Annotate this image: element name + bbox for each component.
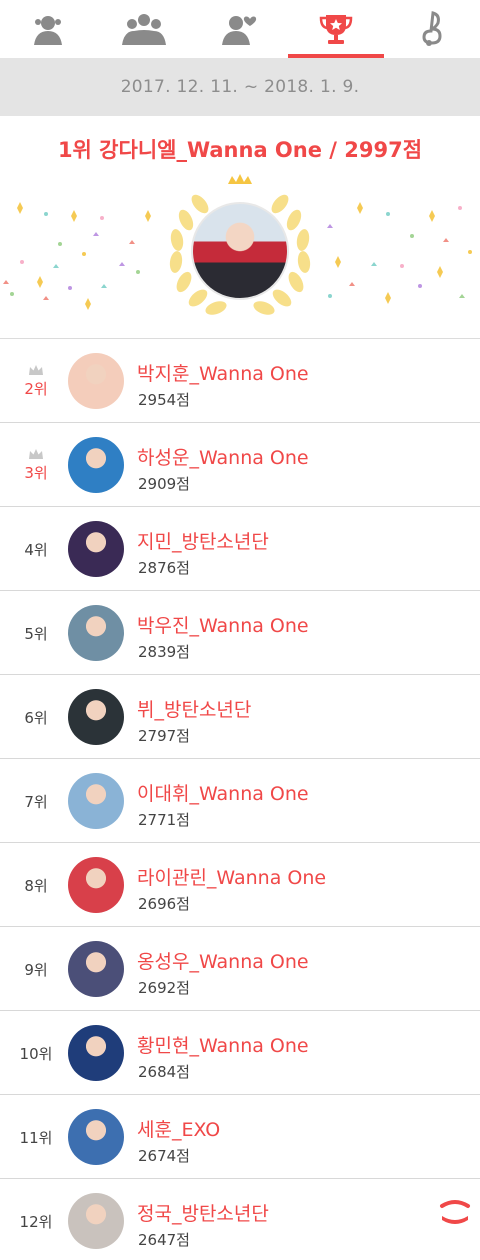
crown-icon — [29, 364, 43, 375]
rank-cell: 12위 — [14, 1179, 58, 1260]
ranking-row[interactable]: 7위 이대휘_Wanna One 2771점 — [0, 759, 480, 843]
avatar[interactable] — [68, 1025, 124, 1081]
avatar[interactable] — [68, 605, 124, 661]
period-text: 2017. 12. 11. ~ 2018. 1. 9. — [120, 77, 360, 97]
rank-label: 7위 — [24, 792, 48, 811]
tab-group[interactable] — [96, 0, 192, 58]
avatar[interactable] — [68, 773, 124, 829]
member-score: 2839점 — [138, 643, 190, 661]
rank-cell: 5위 — [14, 591, 58, 675]
ranking-row[interactable]: 9위 옹성우_Wanna One 2692점 — [0, 927, 480, 1011]
rank-cell: 11위 — [14, 1095, 58, 1179]
ranking-row[interactable]: 4위 지민_방탄소년단 2876점 — [0, 507, 480, 591]
member-name[interactable]: 이대휘_Wanna One — [137, 779, 309, 806]
rank-cell: 3위 — [14, 423, 58, 507]
member-name[interactable]: 세훈_EXO — [137, 1115, 220, 1142]
rank-cell: 10위 — [14, 1011, 58, 1095]
member-score: 2692점 — [138, 979, 190, 997]
rank-cell: 9위 — [14, 927, 58, 1011]
avatar[interactable] — [68, 689, 124, 745]
avatar[interactable] — [68, 353, 124, 409]
member-name[interactable]: 뷔_방탄소년단 — [137, 695, 251, 722]
rank-label: 11위 — [19, 1128, 53, 1147]
winner-avatar[interactable] — [191, 202, 289, 300]
avatar[interactable] — [68, 941, 124, 997]
ranking-row[interactable]: 8위 라이관린_Wanna One 2696점 — [0, 843, 480, 927]
member-name[interactable]: 라이관린_Wanna One — [137, 863, 326, 890]
music-note-icon — [422, 11, 442, 46]
rank-cell: 4위 — [14, 507, 58, 591]
rank-label: 5위 — [24, 624, 48, 643]
rank-label: 12위 — [19, 1212, 53, 1231]
ranking-row[interactable]: 2위 박지훈_Wanna One 2954점 — [0, 339, 480, 423]
member-name[interactable]: 박지훈_Wanna One — [137, 359, 309, 386]
avatar[interactable] — [68, 857, 124, 913]
ranking-row[interactable]: 5위 박우진_Wanna One 2839점 — [0, 591, 480, 675]
rank-label: 2위 — [24, 379, 48, 398]
winner-title: 1위 강다니엘_Wanna One / 2997점 — [57, 138, 423, 162]
ranking-row[interactable]: 6위 뷔_방탄소년단 2797점 — [0, 675, 480, 759]
member-name[interactable]: 지민_방탄소년단 — [137, 527, 269, 554]
tab-single-person[interactable] — [0, 0, 96, 58]
ranking-row[interactable]: 12위 정국_방탄소년단 2647점 — [0, 1179, 480, 1260]
member-name[interactable]: 황민현_Wanna One — [137, 1031, 309, 1058]
member-score: 2696점 — [138, 895, 190, 913]
single-person-icon — [34, 16, 62, 45]
group-icon — [122, 14, 166, 45]
rank-label: 4위 — [24, 540, 48, 559]
member-score: 2771점 — [138, 811, 190, 829]
member-name[interactable]: 정국_방탄소년단 — [137, 1199, 269, 1226]
member-name[interactable]: 옹성우_Wanna One — [137, 947, 309, 974]
winner-banner: 1위 강다니엘_Wanna One / 2997점 — [0, 116, 480, 338]
rank-label: 6위 — [24, 708, 48, 727]
scroll-up-icon[interactable] — [438, 1196, 472, 1230]
member-score: 2909점 — [138, 475, 190, 493]
avatar[interactable] — [68, 1193, 124, 1249]
rank-cell: 2위 — [14, 339, 58, 423]
member-score: 2797점 — [138, 727, 190, 745]
rank-cell: 8위 — [14, 843, 58, 927]
member-score: 2876점 — [138, 559, 190, 577]
avatar[interactable] — [68, 1109, 124, 1165]
rank-label: 8위 — [24, 876, 48, 895]
person-heart-icon — [222, 16, 257, 45]
ranking-row[interactable]: 3위 하성운_Wanna One 2909점 — [0, 423, 480, 507]
rank-cell: 7위 — [14, 759, 58, 843]
rank-label: 10위 — [19, 1044, 53, 1063]
member-score: 2684점 — [138, 1063, 190, 1081]
rank-label: 3위 — [24, 463, 48, 482]
member-score: 2954점 — [138, 391, 190, 409]
tab-person-heart[interactable] — [192, 0, 288, 58]
member-name[interactable]: 박우진_Wanna One — [137, 611, 309, 638]
trophy-icon — [319, 15, 353, 44]
member-score: 2674점 — [138, 1147, 190, 1165]
crown-icon — [29, 448, 43, 459]
category-tab-bar — [0, 0, 480, 58]
ranking-row[interactable]: 10위 황민현_Wanna One 2684점 — [0, 1011, 480, 1095]
ranking-list: 2위 박지훈_Wanna One 2954점 3위 하성운_Wanna One 2909점… — [0, 339, 480, 1260]
tab-music[interactable] — [384, 0, 480, 58]
member-score: 2647점 — [138, 1231, 190, 1249]
ranking-row[interactable]: 11위 세훈_EXO 2674점 — [0, 1095, 480, 1179]
member-name[interactable]: 하성운_Wanna One — [137, 443, 309, 470]
rank-label: 9위 — [24, 960, 48, 979]
avatar[interactable] — [68, 437, 124, 493]
period-bar: 2017. 12. 11. ~ 2018. 1. 9. — [0, 58, 480, 116]
rank-cell: 6위 — [14, 675, 58, 759]
avatar[interactable] — [68, 521, 124, 577]
tab-ranking[interactable] — [288, 0, 384, 58]
